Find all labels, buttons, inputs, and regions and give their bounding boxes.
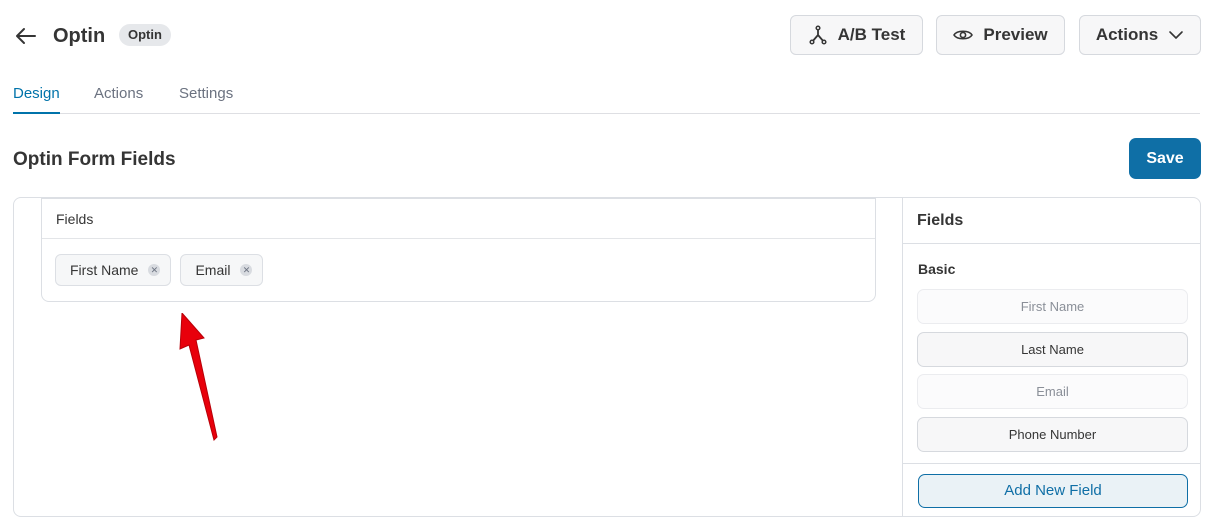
form-editor-panel: Fields First Name ✕ Email ✕ Fields Basic…	[13, 197, 1201, 517]
ab-test-button[interactable]: A/B Test	[790, 15, 923, 55]
field-option-email: Email	[917, 374, 1188, 409]
field-option-last-name[interactable]: Last Name	[917, 332, 1188, 367]
preview-label: Preview	[983, 25, 1048, 44]
field-chip-label: Email	[195, 262, 231, 278]
type-badge: Optin	[119, 24, 171, 46]
tab-settings[interactable]: Settings	[179, 84, 233, 112]
ab-test-label: A/B Test	[837, 25, 906, 44]
field-option-first-name: First Name	[917, 289, 1188, 324]
tab-bar: Design Actions Settings	[13, 84, 1200, 114]
field-option-phone-number[interactable]: Phone Number	[917, 417, 1188, 452]
field-chip-email[interactable]: Email ✕	[180, 254, 264, 286]
save-button[interactable]: Save	[1129, 138, 1201, 179]
close-icon[interactable]: ✕	[148, 264, 161, 276]
field-chip-list: First Name ✕ Email ✕	[55, 254, 264, 286]
actions-label: Actions	[1095, 25, 1159, 44]
tab-actions[interactable]: Actions	[94, 84, 143, 112]
close-icon[interactable]: ✕	[240, 264, 253, 276]
form-fields-box[interactable]: Fields First Name ✕ Email ✕	[41, 198, 876, 302]
arrow-left-icon	[16, 28, 36, 44]
field-chip-first-name[interactable]: First Name ✕	[55, 254, 172, 286]
chevron-down-icon	[1169, 31, 1183, 39]
section-title: Optin Form Fields	[13, 149, 176, 170]
split-branch-icon	[809, 25, 827, 45]
actions-dropdown-button[interactable]: Actions	[1079, 15, 1201, 55]
back-button[interactable]	[12, 22, 40, 50]
sidebar-divider	[903, 463, 1200, 464]
fields-sidebar: Fields Basic First Name Last Name Email …	[902, 198, 1200, 516]
preview-button[interactable]: Preview	[936, 15, 1065, 55]
tab-design[interactable]: Design	[13, 84, 60, 114]
page-title: Optin	[53, 25, 106, 47]
field-group-label: Basic	[918, 261, 956, 277]
sidebar-heading: Fields	[903, 198, 1200, 244]
field-chip-label: First Name	[70, 262, 139, 278]
form-fields-heading: Fields	[42, 199, 875, 239]
add-new-field-button[interactable]: Add New Field	[918, 474, 1188, 508]
eye-icon	[953, 30, 974, 40]
annotation-arrow-icon	[179, 313, 218, 441]
